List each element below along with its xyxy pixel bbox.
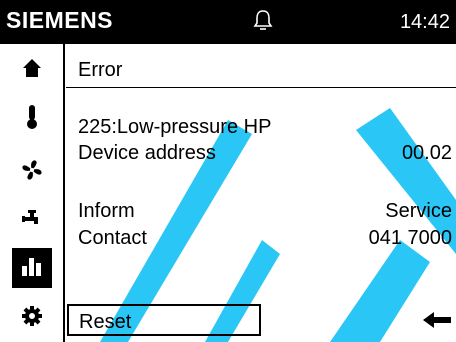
bar-chart-icon xyxy=(21,256,43,281)
contact-value: 041 7000 xyxy=(368,227,452,249)
watermark-graphic xyxy=(100,108,456,342)
thermometer-icon xyxy=(21,104,43,135)
sidebar-item-reports[interactable] xyxy=(12,248,52,288)
clock-time: 14:42 xyxy=(399,11,450,33)
top-bar: SIEMENS 14:42 xyxy=(0,0,456,44)
device-address-value: 00.02 xyxy=(401,142,452,164)
error-code: 225:Low-pressure HP xyxy=(78,116,272,138)
inform-label: Inform xyxy=(78,200,135,222)
reset-button-label: Reset xyxy=(79,311,132,333)
title-divider xyxy=(66,87,456,88)
reset-button[interactable]: Reset xyxy=(67,304,261,336)
device-address-label: Device address xyxy=(78,142,216,164)
fan-icon xyxy=(20,158,44,187)
faucet-icon xyxy=(20,209,44,236)
inform-value: Service xyxy=(385,200,452,222)
sidebar-item-hot-water[interactable] xyxy=(12,202,52,242)
back-arrow-icon[interactable] xyxy=(422,309,452,336)
sidebar-nav xyxy=(0,44,64,342)
gear-icon xyxy=(21,305,43,332)
bell-icon[interactable] xyxy=(252,9,274,36)
sidebar-divider xyxy=(63,44,65,342)
sidebar-item-settings[interactable] xyxy=(12,298,52,338)
page-title: Error xyxy=(78,59,123,81)
sidebar-item-ventilation[interactable] xyxy=(12,152,52,192)
sidebar-item-home[interactable] xyxy=(12,50,52,90)
home-icon xyxy=(21,57,43,84)
brand-logo: SIEMENS xyxy=(6,7,114,33)
contact-label: Contact xyxy=(78,227,147,249)
sidebar-item-temperature[interactable] xyxy=(12,99,52,139)
